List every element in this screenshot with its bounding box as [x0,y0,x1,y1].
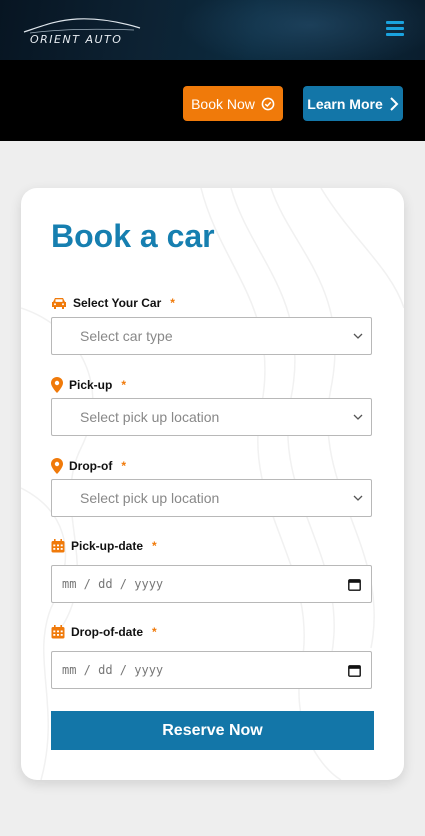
location-pin-icon [51,377,63,393]
hamburger-icon [386,21,404,24]
pickup-location-label: Pick-up * [51,377,126,393]
car-icon [52,298,66,309]
book-now-label: Book Now [191,95,255,112]
chevron-down-icon [353,495,363,501]
hamburger-menu-button[interactable] [386,21,406,39]
chevron-right-icon [390,96,399,111]
chevron-down-icon [353,333,363,339]
learn-more-label: Learn More [307,95,383,112]
book-now-button[interactable]: Book Now [183,86,283,121]
dropoff-location-label: Drop-of * [51,458,126,474]
dropoff-date-label: Drop-of-date * [51,625,157,639]
pickup-date-label: Pick-up-date * [51,539,157,553]
booking-card: Book a car Select Your Car * Select car t… [21,188,404,780]
dropoff-location-select[interactable]: Select pick up location [51,479,372,517]
car-type-select[interactable]: Select car type [51,317,372,355]
dropoff-date-input[interactable]: mm / dd / yyyy [51,651,372,689]
calendar-icon [51,539,65,553]
site-header: ORIENT AUTO [0,0,425,60]
learn-more-button[interactable]: Learn More [303,86,403,121]
calendar-icon [51,625,65,639]
pickup-date-input[interactable]: mm / dd / yyyy [51,565,372,603]
calendar-picker-icon[interactable] [348,578,361,591]
car-type-label: Select Your Car * [51,296,175,310]
check-circle-icon [261,97,275,110]
page-title: Book a car [51,218,215,254]
logo-text: ORIENT AUTO [30,33,123,46]
pickup-location-select[interactable]: Select pick up location [51,398,372,436]
reserve-now-button[interactable]: Reserve Now [51,711,374,750]
calendar-picker-icon[interactable] [348,664,361,677]
location-pin-icon [51,458,63,474]
chevron-down-icon [353,414,363,420]
